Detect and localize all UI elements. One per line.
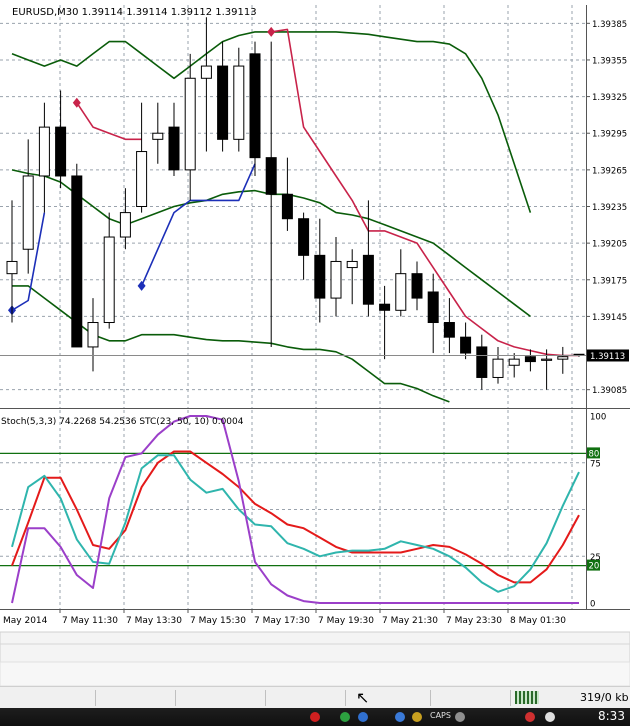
price-tick-label: 1.39145 [592, 313, 627, 323]
candle-body [119, 212, 131, 238]
candle-body [460, 336, 472, 354]
chart-title: EURUSD,M30 1.39114 1.39114 1.39112 1.391… [12, 7, 257, 18]
candle-body [281, 193, 293, 220]
horizontal-scrollbar[interactable] [0, 661, 630, 686]
indicator-tick-label: 75 [590, 459, 601, 469]
candle-body [55, 126, 67, 177]
status-cell [265, 690, 266, 706]
status-bar: 319/0 kb [0, 686, 630, 709]
tray-blue-icon[interactable] [358, 712, 368, 722]
traffic-readout: 319/0 kb [580, 691, 629, 704]
price-tick-label: 1.39085 [592, 386, 627, 396]
tray-shield-icon[interactable] [412, 712, 422, 722]
tray-red-icon[interactable] [310, 712, 320, 722]
price-tick-label: 1.39325 [592, 93, 627, 103]
price-tick-label: 1.39295 [592, 130, 627, 140]
taskbar: CAPS 8:33 [0, 708, 630, 726]
candle-body [346, 260, 358, 269]
time-tick-label: 7 May 23:30 [446, 616, 502, 626]
tray-flag-icon[interactable] [525, 712, 535, 722]
candle-body [233, 65, 245, 140]
time-tick-label: 7 May 13:30 [126, 616, 182, 626]
current-price-label: 1.39113 [590, 352, 625, 362]
status-cell [430, 690, 431, 706]
status-cell [175, 690, 176, 706]
candle-body [508, 358, 520, 366]
time-tick-label: 8 May 01:30 [510, 616, 566, 626]
candle-body [249, 53, 261, 159]
indicator-level-label: 20 [589, 562, 600, 572]
indicator-tick-label: 0 [590, 600, 595, 610]
mouse-pointer-icon: ↖ [356, 688, 370, 707]
tray-speaker-icon[interactable] [455, 712, 465, 722]
price-tick-label: 1.39385 [592, 20, 627, 30]
candle [249, 41, 261, 176]
candle-body [395, 273, 407, 311]
candle [71, 163, 83, 348]
time-tick-label: 7 May 15:30 [190, 616, 246, 626]
candle-body [136, 151, 148, 207]
candle-body [184, 77, 196, 171]
time-tick-label: 7 May 11:30 [62, 616, 118, 626]
candle-body [87, 322, 99, 348]
candle-body [362, 254, 374, 305]
candle-body [314, 254, 326, 299]
candle-body [476, 346, 488, 378]
tray-power-icon[interactable] [545, 712, 555, 722]
tray-network-icon[interactable] [395, 712, 405, 722]
candle-body [427, 291, 439, 324]
indicator-level-label: 80 [589, 449, 600, 459]
chart-window[interactable]: EURUSD,M30 1.39114 1.39114 1.39112 1.391… [0, 0, 630, 686]
candle-body [152, 132, 164, 140]
price-tick-label: 1.39355 [592, 56, 627, 66]
candle-body [330, 260, 342, 299]
candle-body [524, 356, 536, 363]
tray-green-icon[interactable] [340, 712, 350, 722]
candle-body [217, 65, 229, 140]
indicator-tick-label: 25 [590, 553, 601, 563]
caps-lock-indicator: CAPS [430, 711, 451, 720]
chart-tab-strip [0, 631, 630, 663]
candle-body [443, 322, 455, 338]
time-tick-label: May 2014 [3, 616, 48, 626]
price-tick-label: 1.39265 [592, 166, 627, 176]
candle-body [557, 356, 569, 360]
candle-body [71, 175, 83, 348]
indicator-tick-label: 100 [590, 413, 606, 423]
candle-body [6, 260, 18, 275]
time-tick-label: 7 May 19:30 [318, 616, 374, 626]
candle-body [265, 157, 277, 195]
status-cell [95, 690, 96, 706]
candle-body [298, 218, 310, 256]
time-tick-label: 7 May 21:30 [382, 616, 438, 626]
connection-bars-icon [515, 691, 539, 704]
time-tick-label: 7 May 17:30 [254, 616, 310, 626]
candle-body [103, 236, 115, 324]
candle-body [168, 126, 180, 171]
candle-body [22, 175, 34, 250]
status-cell [510, 690, 511, 706]
candle-body [38, 126, 50, 177]
candle-body [541, 358, 553, 361]
status-cell [345, 690, 346, 706]
candle-body [492, 358, 504, 378]
price-tick-label: 1.39205 [592, 240, 627, 250]
candle-body [411, 273, 423, 299]
price-tick-label: 1.39235 [592, 203, 627, 213]
candle-body [379, 303, 391, 311]
candle-body [200, 65, 212, 79]
indicator-label: Stoch(5,3,3) 74.2268 54.2536 STC(23, 50,… [1, 417, 244, 427]
taskbar-clock[interactable]: 8:33 [598, 709, 625, 723]
price-tick-label: 1.39175 [592, 276, 627, 286]
